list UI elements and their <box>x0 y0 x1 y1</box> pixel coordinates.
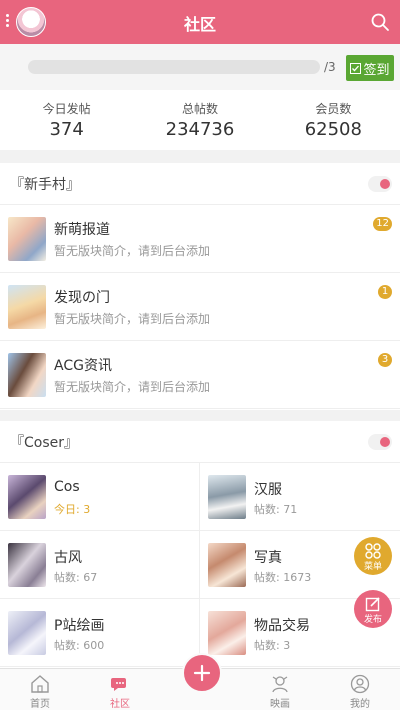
forum-cell[interactable]: Cos 今日: 3 <box>0 463 200 531</box>
grid-menu-icon <box>365 543 381 559</box>
stat-label: 总帖数 <box>181 102 218 116</box>
stat-total-posts: 总帖数 234736 <box>133 90 266 150</box>
forum-description: 暂无版块简介，请到后台添加 <box>54 312 211 326</box>
forum-today-count: 今日: 3 <box>54 503 91 516</box>
section-header[interactable]: 『新手村』 <box>0 163 400 205</box>
tab-community[interactable]: 社区 <box>80 669 160 710</box>
forum-thumbnail <box>8 353 46 397</box>
forum-thumbnail <box>208 475 246 519</box>
forum-cell[interactable]: P站绘画 帖数: 600 <box>0 599 200 667</box>
sign-in-bar: /3 签到 <box>0 44 400 90</box>
menu-fab-label: 菜单 <box>363 562 382 572</box>
tab-label: 我的 <box>350 699 370 710</box>
checkbox-icon <box>350 62 362 74</box>
forum-thumbnail <box>8 285 46 329</box>
forum-row[interactable]: ACG资讯 暂无版块简介，请到后台添加 3 <box>0 341 400 409</box>
stat-label: 今日发帖 <box>42 102 91 116</box>
section-newbie-village: 『新手村』 新萌报道 暂无版块简介，请到后台添加 12 发现の门 暂无版块简介，… <box>0 163 400 410</box>
stat-today-posts: 今日发帖 374 <box>0 90 133 150</box>
forum-thumbnail <box>208 543 246 587</box>
forum-name: 新萌报道 <box>54 222 110 238</box>
unread-badge: 12 <box>373 217 392 231</box>
forum-name: P站绘画 <box>54 618 105 634</box>
page-title: 社区 <box>183 15 216 34</box>
forum-thumbnail <box>208 611 246 655</box>
forum-name: 古风 <box>54 550 82 566</box>
forum-post-count: 帖数: 3 <box>254 639 291 652</box>
bottom-tab-bar: 首页 社区 映画 我的 <box>0 653 400 710</box>
forum-name: Cos <box>54 479 80 495</box>
forum-thumbnail <box>8 475 46 519</box>
tab-video[interactable]: 映画 <box>240 669 320 710</box>
tab-label: 社区 <box>110 699 130 710</box>
tab-mine[interactable]: 我的 <box>320 669 400 710</box>
forum-post-count: 帖数: 71 <box>254 503 298 516</box>
stat-value: 62508 <box>304 119 362 140</box>
forum-name: ACG资讯 <box>54 358 112 374</box>
unread-badge: 1 <box>378 285 392 299</box>
sign-in-label: 签到 <box>363 62 390 78</box>
sign-in-button[interactable]: 签到 <box>346 55 394 81</box>
section-coser: 『Coser』 Cos 今日: 3 汉服 帖数: 71 古风 帖数: 67 写真… <box>0 421 400 668</box>
community-icon <box>111 678 126 691</box>
edit-icon <box>365 597 380 612</box>
forum-post-count: 帖数: 600 <box>54 639 105 652</box>
search-icon[interactable] <box>370 12 390 32</box>
forum-post-count: 帖数: 1673 <box>254 571 312 584</box>
stat-label: 会员数 <box>315 102 352 116</box>
plus-icon <box>193 664 211 682</box>
menu-fab-button[interactable]: 菜单 <box>354 537 392 575</box>
post-fab-button[interactable]: 发布 <box>354 590 392 628</box>
section-title: 『新手村』 <box>10 177 80 193</box>
forum-thumbnail <box>8 543 46 587</box>
forum-description: 暂无版块简介，请到后台添加 <box>54 380 211 394</box>
forum-thumbnail <box>8 611 46 655</box>
forum-stats: 今日发帖 374 总帖数 234736 会员数 62508 <box>0 90 400 150</box>
sign-progress-bar <box>28 60 320 74</box>
forum-name: 发现の门 <box>54 290 110 306</box>
stat-value: 374 <box>49 119 84 140</box>
unread-badge: 3 <box>378 353 392 367</box>
stat-members: 会员数 62508 <box>267 90 400 150</box>
post-fab-label: 发布 <box>363 615 382 625</box>
home-icon <box>31 675 49 693</box>
video-icon <box>272 676 288 693</box>
section-collapse-toggle[interactable] <box>368 176 392 192</box>
forum-name: 汉服 <box>254 482 282 498</box>
forum-cell[interactable]: 汉服 帖数: 71 <box>200 463 400 531</box>
section-title: 『Coser』 <box>10 435 79 451</box>
forum-description: 暂无版块简介，请到后台添加 <box>54 244 211 258</box>
section-header[interactable]: 『Coser』 <box>0 421 400 463</box>
forum-name: 物品交易 <box>254 618 310 634</box>
create-post-button[interactable] <box>182 653 222 693</box>
section-collapse-toggle[interactable] <box>368 434 392 450</box>
stat-value: 234736 <box>165 119 235 140</box>
tab-home[interactable]: 首页 <box>0 669 80 710</box>
tab-label: 映画 <box>270 699 290 710</box>
forum-thumbnail <box>8 217 46 261</box>
forum-post-count: 帖数: 67 <box>54 571 98 584</box>
forum-row[interactable]: 新萌报道 暂无版块简介，请到后台添加 12 <box>0 205 400 273</box>
app-header: 社区 <box>0 0 400 44</box>
forum-name: 写真 <box>254 550 282 566</box>
forum-cell[interactable]: 古风 帖数: 67 <box>0 531 200 599</box>
sign-days-label: /3 <box>324 60 336 74</box>
tab-label: 首页 <box>30 699 50 710</box>
user-icon <box>350 674 370 694</box>
forum-row[interactable]: 发现の门 暂无版块简介，请到后台添加 1 <box>0 273 400 341</box>
